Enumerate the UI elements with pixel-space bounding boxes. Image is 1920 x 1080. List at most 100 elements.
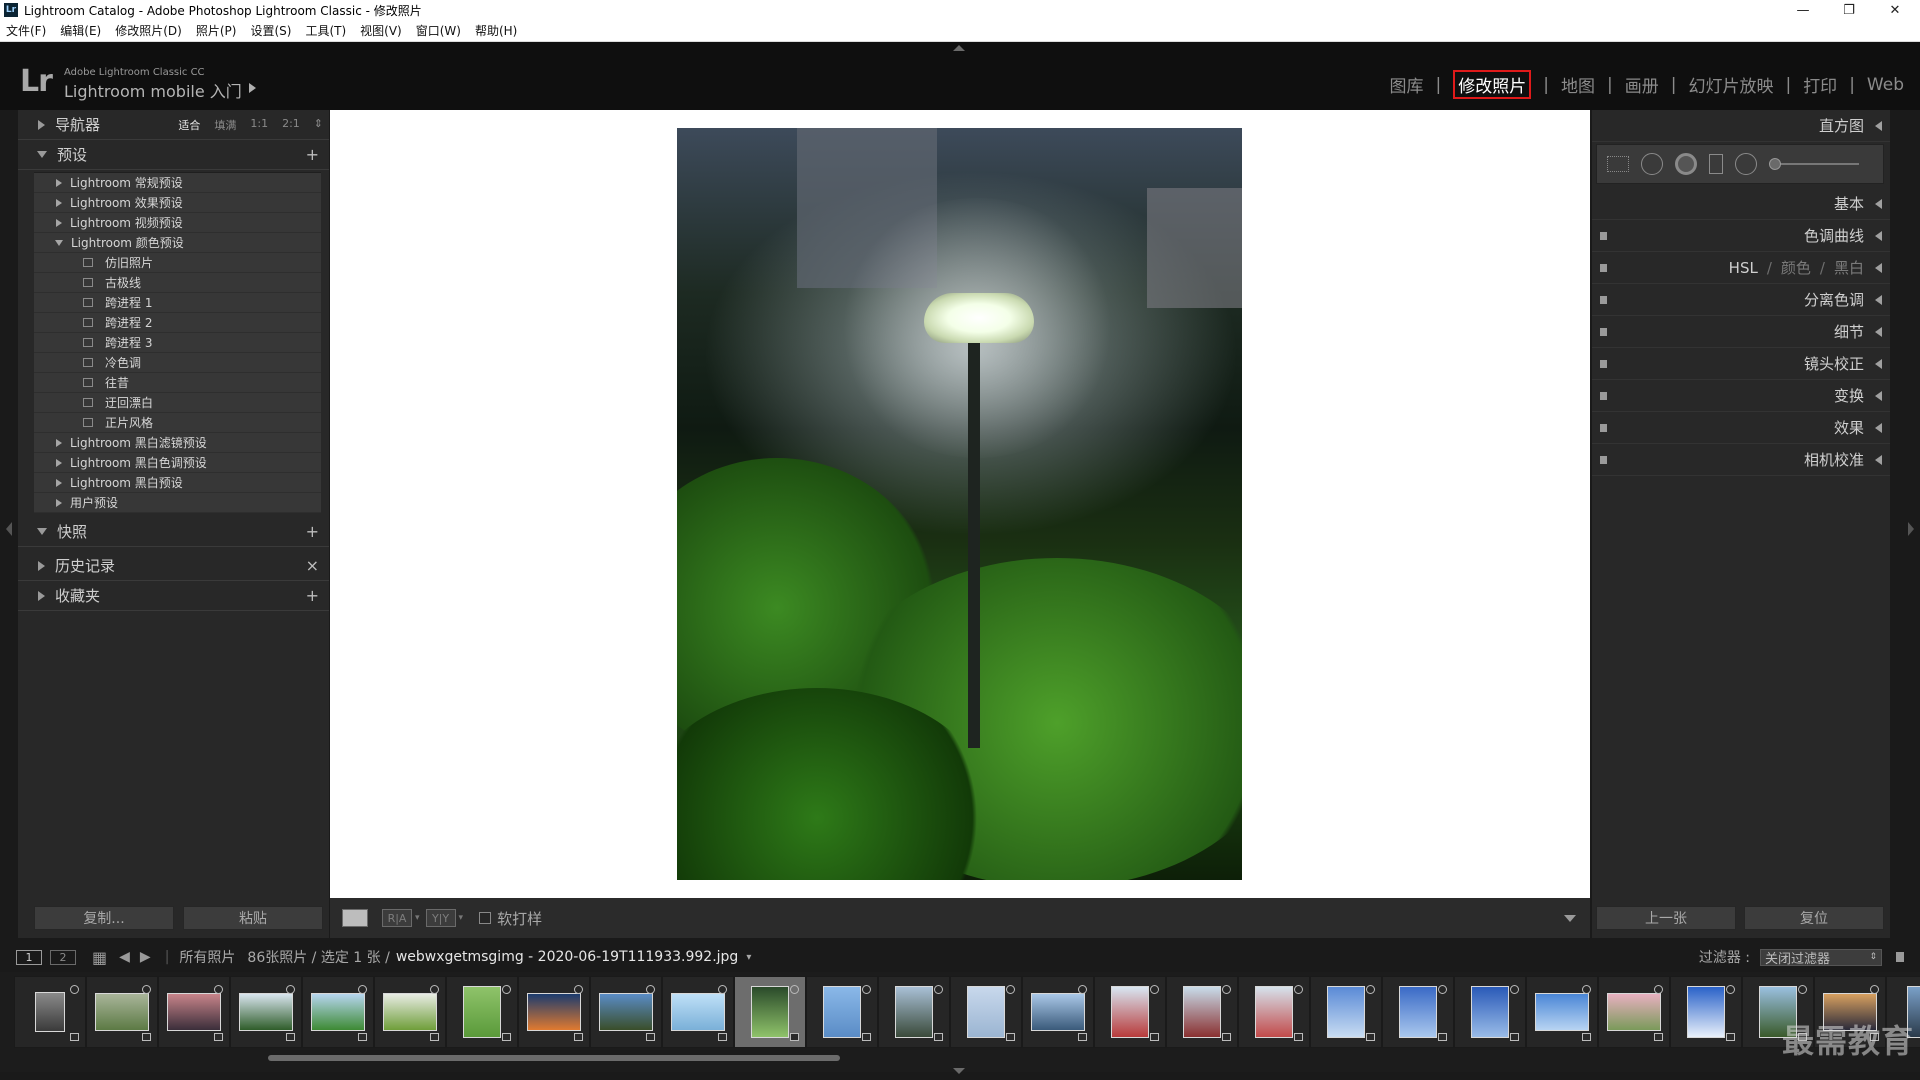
lens-corrections-header[interactable]: 镜头校正 (1592, 348, 1890, 380)
module-develop[interactable]: 修改照片 (1453, 70, 1532, 99)
clear-history-icon[interactable]: × (306, 556, 319, 575)
preset-item[interactable]: 跨进程 2 (34, 313, 321, 333)
menu-view[interactable]: 视图(V) (360, 22, 402, 39)
presets-header[interactable]: 预设 + (18, 140, 329, 170)
menu-edit[interactable]: 编辑(E) (60, 22, 101, 39)
preset-item[interactable]: 古极线 (34, 273, 321, 293)
previous-button[interactable]: 上一张 (1596, 906, 1736, 930)
filmstrip-thumbnail[interactable] (86, 976, 158, 1048)
dropdown-icon[interactable]: ▾ (459, 913, 464, 923)
module-print[interactable]: 打印 (1803, 72, 1837, 97)
play-arrow-icon[interactable] (249, 83, 256, 93)
histogram-header[interactable]: 直方图 (1592, 110, 1890, 142)
filmstrip-thumbnail[interactable] (158, 976, 230, 1048)
collapse-left-icon[interactable] (6, 522, 12, 536)
filmstrip-thumbnail[interactable] (302, 976, 374, 1048)
mobile-getting-started[interactable]: Lightroom mobile 入门 (64, 78, 242, 102)
red-eye-icon[interactable] (1675, 153, 1697, 175)
add-collection-icon[interactable]: + (306, 586, 319, 605)
preset-item[interactable]: 迂回漂白 (34, 393, 321, 413)
module-library[interactable]: 图库 (1390, 72, 1424, 97)
selected-filename[interactable]: webwxgetmsgimg - 2020-06-19T111933.992.j… (396, 949, 739, 965)
menu-help[interactable]: 帮助(H) (475, 22, 517, 39)
source-label[interactable]: 所有照片 (179, 947, 235, 967)
before-after-yy-icon[interactable]: Y|Y (425, 909, 456, 927)
filmstrip-thumbnail[interactable] (230, 976, 302, 1048)
grid-view-icon[interactable]: ▦ (92, 948, 107, 967)
filmstrip-scrollbar[interactable] (268, 1055, 840, 1061)
filename-dropdown-icon[interactable]: ▾ (746, 952, 751, 963)
filmstrip-thumbnail[interactable] (1382, 976, 1454, 1048)
slider-handle[interactable] (1769, 158, 1781, 170)
graduated-filter-icon[interactable] (1709, 154, 1723, 174)
color-tab[interactable]: 颜色 (1781, 257, 1811, 278)
toolbar-options-icon[interactable] (1564, 914, 1576, 922)
spot-removal-icon[interactable] (1641, 153, 1663, 175)
soft-proof-checkbox[interactable] (479, 912, 492, 924)
split-toning-header[interactable]: 分离色调 (1592, 284, 1890, 316)
forward-arrow-icon[interactable]: ▶ (140, 949, 151, 965)
camera-calibration-header[interactable]: 相机校准 (1592, 444, 1890, 476)
preset-folder[interactable]: 用户预设 (34, 493, 321, 513)
collapse-right-icon[interactable] (1908, 522, 1914, 536)
panel-switch-icon[interactable] (1600, 296, 1607, 304)
filmstrip-thumbnail[interactable] (662, 976, 734, 1048)
zoom-1-1[interactable]: 1:1 (250, 117, 268, 133)
preset-item[interactable]: 跨进程 1 (34, 293, 321, 313)
radial-filter-icon[interactable] (1735, 153, 1757, 175)
menu-photo[interactable]: 照片(P) (196, 22, 237, 39)
brush-slider[interactable] (1769, 158, 1859, 170)
filmstrip-thumbnail[interactable] (590, 976, 662, 1048)
zoom-fit[interactable]: 适合 (178, 117, 200, 133)
filmstrip-thumbnail[interactable] (1598, 976, 1670, 1048)
preset-item[interactable]: 跨进程 3 (34, 333, 321, 353)
navigator-header[interactable]: 导航器 适合 填满 1:1 2:1 ⇕ (18, 110, 329, 140)
module-slideshow[interactable]: 幻灯片放映 (1688, 72, 1773, 97)
preset-item[interactable]: 往昔 (34, 373, 321, 393)
filmstrip-thumbnail[interactable] (1238, 976, 1310, 1048)
filmstrip-thumbnail[interactable] (950, 976, 1022, 1048)
panel-switch-icon[interactable] (1600, 456, 1607, 464)
copy-button[interactable]: 复制... (34, 906, 174, 930)
module-book[interactable]: 画册 (1625, 72, 1659, 97)
zoom-fill[interactable]: 填满 (214, 117, 236, 133)
dropdown-icon[interactable]: ▾ (415, 913, 420, 923)
minimize-button[interactable]: — (1780, 0, 1826, 20)
zoom-more-icon[interactable]: ⇕ (314, 117, 323, 133)
effects-header[interactable]: 效果 (1592, 412, 1890, 444)
panel-switch-icon[interactable] (1600, 232, 1607, 240)
before-after-ra-icon[interactable]: R|A (382, 909, 412, 927)
filmstrip-thumbnail[interactable] (374, 976, 446, 1048)
preset-folder[interactable]: Lightroom 常规预设 (34, 173, 321, 193)
preset-folder[interactable]: Lightroom 黑白预设 (34, 473, 321, 493)
module-map[interactable]: 地图 (1561, 72, 1595, 97)
menu-develop[interactable]: 修改照片(D) (115, 22, 182, 39)
collapse-top-icon[interactable] (953, 45, 965, 51)
menu-settings[interactable]: 设置(S) (250, 22, 291, 39)
filmstrip-thumbnail[interactable] (1310, 976, 1382, 1048)
preset-folder[interactable]: Lightroom 效果预设 (34, 193, 321, 213)
snapshots-header[interactable]: 快照 + (18, 517, 329, 547)
filmstrip-thumbnail[interactable] (518, 976, 590, 1048)
filmstrip-thumbnail[interactable] (1166, 976, 1238, 1048)
filmstrip-thumbnail[interactable] (446, 976, 518, 1048)
panel-switch-icon[interactable] (1600, 360, 1607, 368)
menu-tools[interactable]: 工具(T) (305, 22, 346, 39)
detail-header[interactable]: 细节 (1592, 316, 1890, 348)
preset-item[interactable]: 冷色调 (34, 353, 321, 373)
tone-curve-header[interactable]: 色调曲线 (1592, 220, 1890, 252)
hsl-header[interactable]: HSL / 颜色 / 黑白 (1592, 252, 1890, 284)
panel-switch-icon[interactable] (1600, 328, 1607, 336)
filmstrip-thumbnail[interactable] (1670, 976, 1742, 1048)
bw-tab[interactable]: 黑白 (1834, 257, 1864, 278)
crop-tool-icon[interactable] (1607, 156, 1629, 172)
menu-window[interactable]: 窗口(W) (416, 22, 461, 39)
panel-switch-icon[interactable] (1600, 264, 1607, 272)
add-preset-icon[interactable]: + (306, 145, 319, 164)
preset-folder[interactable]: Lightroom 黑白滤镜预设 (34, 433, 321, 453)
monitor-2-button[interactable]: 2 (50, 949, 76, 965)
collections-header[interactable]: 收藏夹 + (18, 581, 329, 611)
preset-folder[interactable]: Lightroom 颜色预设 (34, 233, 321, 253)
hsl-tab[interactable]: HSL (1729, 259, 1758, 277)
close-button[interactable]: ✕ (1872, 0, 1918, 20)
